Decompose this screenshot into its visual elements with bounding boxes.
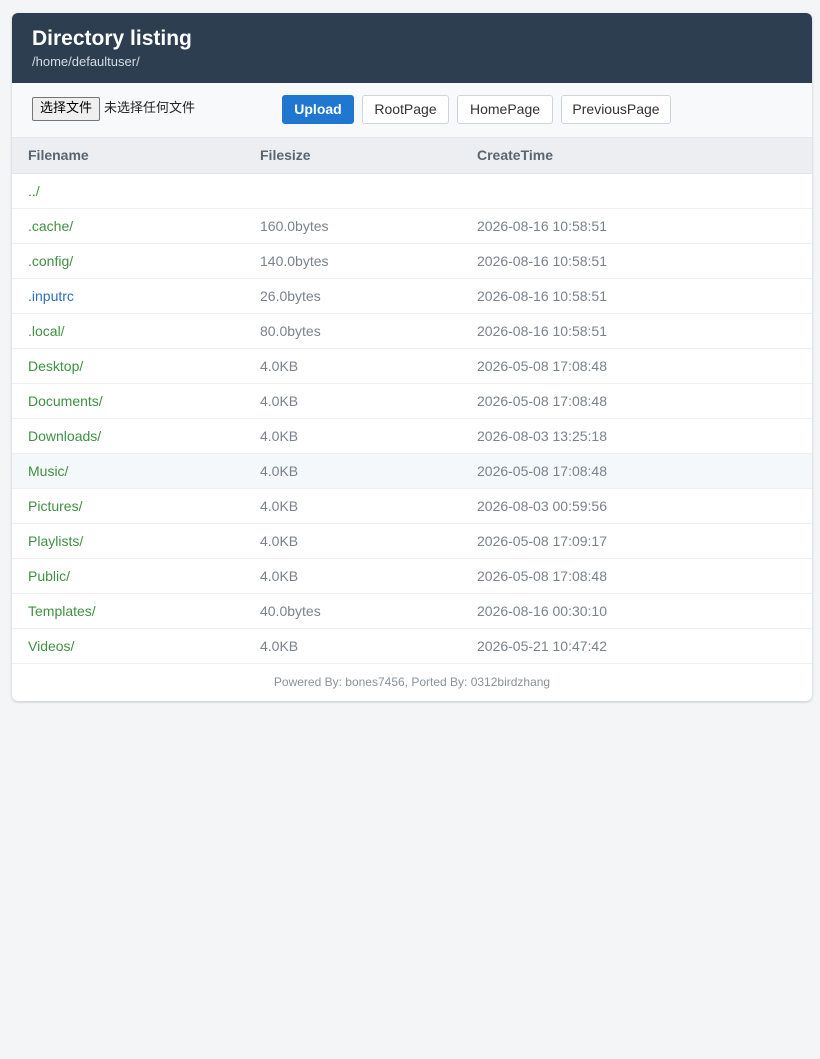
filesize-cell: 4.0KB [260, 638, 299, 654]
filename-link[interactable]: Public/ [28, 559, 70, 593]
createtime-cell: 2026-05-08 17:08:48 [477, 463, 607, 479]
createtime-cell: 2026-05-21 10:47:42 [477, 638, 607, 654]
filename-link[interactable]: Downloads/ [28, 419, 101, 453]
table-row: ../ [12, 174, 812, 209]
filesize-cell: 4.0KB [260, 533, 299, 549]
filename-link[interactable]: .config/ [28, 244, 73, 278]
current-path: /home/defaultuser/ [32, 54, 140, 69]
footer-credits: Powered By: bones7456, Ported By: 0312bi… [273, 675, 551, 689]
home-page-button[interactable]: HomePage [457, 95, 553, 124]
table-row: .local/ 80.0bytes 2026-08-16 10:58:51 [12, 314, 812, 349]
filesize-cell: 4.0KB [260, 498, 299, 514]
page-header: Directory listing /home/defaultuser/ [12, 13, 812, 83]
filename-link[interactable]: Music/ [28, 454, 68, 488]
createtime-cell: 2026-08-16 10:58:51 [477, 218, 607, 234]
filesize-cell: 40.0bytes [260, 603, 321, 619]
filesize-cell: 140.0bytes [260, 253, 329, 269]
table-row: Documents/ 4.0KB 2026-05-08 17:08:48 [12, 384, 812, 419]
toolbar: 选择文件 未选择任何文件 Upload RootPage HomePage Pr… [12, 83, 812, 138]
filename-link[interactable]: Desktop/ [28, 349, 83, 383]
filesize-cell: 4.0KB [260, 393, 299, 409]
table-row: .cache/ 160.0bytes 2026-08-16 10:58:51 [12, 209, 812, 244]
filename-link[interactable]: Playlists/ [28, 524, 83, 558]
table-header: Filename Filesize CreateTime [12, 138, 812, 174]
createtime-cell: 2026-05-08 17:08:48 [477, 568, 607, 584]
filesize-cell: 4.0KB [260, 428, 299, 444]
filename-link[interactable]: .cache/ [28, 209, 73, 243]
table-row: Desktop/ 4.0KB 2026-05-08 17:08:48 [12, 349, 812, 384]
table-row: Public/ 4.0KB 2026-05-08 17:08:48 [12, 559, 812, 594]
filesize-cell: 80.0bytes [260, 323, 321, 339]
directory-card: Directory listing /home/defaultuser/ 选择文… [12, 13, 812, 701]
createtime-cell: 2026-08-16 10:58:51 [477, 253, 607, 269]
createtime-cell: 2026-08-16 10:58:51 [477, 323, 607, 339]
createtime-cell: 2026-08-03 13:25:18 [477, 428, 607, 444]
table-row: .config/ 140.0bytes 2026-08-16 10:58:51 [12, 244, 812, 279]
table-row: .inputrc 26.0bytes 2026-08-16 10:58:51 [12, 279, 812, 314]
filename-link[interactable]: Videos/ [28, 629, 74, 663]
filename-link[interactable]: .local/ [28, 314, 65, 348]
column-header-filesize[interactable]: Filesize [260, 138, 311, 173]
filesize-cell: 4.0KB [260, 568, 299, 584]
table-body: ../ .cache/ 160.0bytes 2026-08-16 10:58:… [12, 174, 812, 664]
table-row: Videos/ 4.0KB 2026-05-21 10:47:42 [12, 629, 812, 664]
column-header-createtime[interactable]: CreateTime [477, 138, 553, 173]
filesize-cell: 4.0KB [260, 463, 299, 479]
createtime-cell: 2026-05-08 17:09:17 [477, 533, 607, 549]
table-row: Playlists/ 4.0KB 2026-05-08 17:09:17 [12, 524, 812, 559]
root-page-button[interactable]: RootPage [362, 95, 449, 124]
previous-page-button[interactable]: PreviousPage [561, 95, 671, 124]
table-row: Pictures/ 4.0KB 2026-08-03 00:59:56 [12, 489, 812, 524]
filename-link[interactable]: Pictures/ [28, 489, 82, 523]
table-row: Templates/ 40.0bytes 2026-08-16 00:30:10 [12, 594, 812, 629]
filename-link[interactable]: Templates/ [28, 594, 96, 628]
table-row: Music/ 4.0KB 2026-05-08 17:08:48 [12, 454, 812, 489]
table-row: Downloads/ 4.0KB 2026-08-03 13:25:18 [12, 419, 812, 454]
filename-link[interactable]: ../ [28, 174, 40, 208]
createtime-cell: 2026-08-03 00:59:56 [477, 498, 607, 514]
createtime-cell: 2026-05-08 17:08:48 [477, 393, 607, 409]
column-header-filename[interactable]: Filename [28, 138, 89, 173]
createtime-cell: 2026-05-08 17:08:48 [477, 358, 607, 374]
filesize-cell: 26.0bytes [260, 288, 321, 304]
filesize-cell: 4.0KB [260, 358, 299, 374]
file-status-text: 未选择任何文件 [104, 101, 196, 116]
choose-file-button[interactable]: 选择文件 [32, 97, 101, 121]
createtime-cell: 2026-08-16 10:58:51 [477, 288, 607, 304]
upload-button[interactable]: Upload [282, 95, 354, 124]
page-title: Directory listing [32, 27, 192, 50]
filesize-cell: 160.0bytes [260, 218, 329, 234]
filename-link[interactable]: .inputrc [28, 279, 74, 313]
createtime-cell: 2026-08-16 00:30:10 [477, 603, 607, 619]
filename-link[interactable]: Documents/ [28, 384, 103, 418]
